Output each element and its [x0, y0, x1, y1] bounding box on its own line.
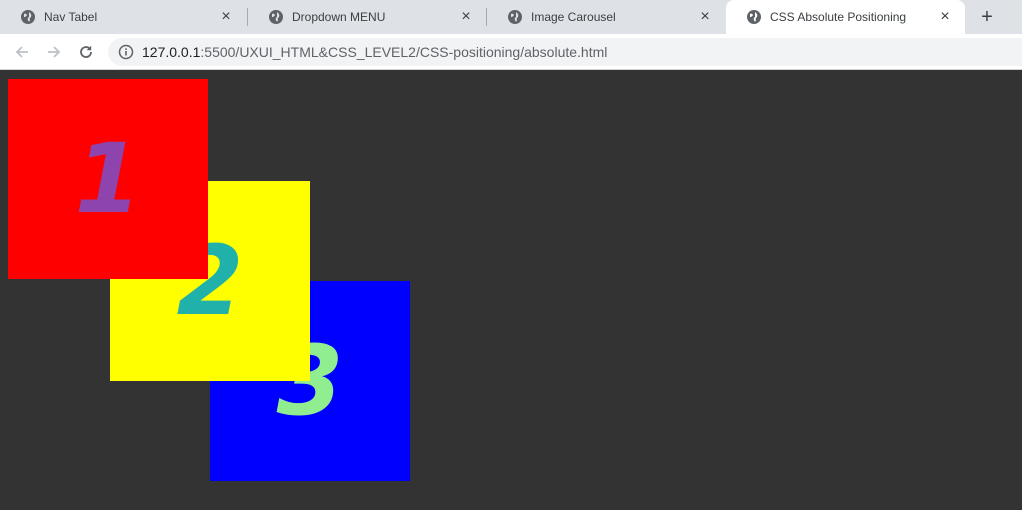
tab-strip: Nav Tabel × Dropdown MENU × Image Carous… [0, 0, 1022, 34]
close-icon[interactable]: × [458, 8, 474, 25]
new-tab-button[interactable]: + [975, 5, 999, 29]
reload-button[interactable] [74, 40, 98, 64]
tab-label: Image Carousel [531, 10, 616, 24]
close-icon[interactable]: × [697, 8, 713, 25]
address-bar[interactable]: 127.0.0.1:5500/UXUI_HTML&CSS_LEVEL2/CSS-… [108, 38, 1022, 66]
tab-image-carousel[interactable]: Image Carousel × [487, 0, 725, 34]
box-1-label: 1 [74, 123, 142, 235]
info-icon[interactable] [118, 44, 134, 60]
browser-toolbar: 127.0.0.1:5500/UXUI_HTML&CSS_LEVEL2/CSS-… [0, 34, 1022, 70]
page-viewport: 3 2 1 [0, 71, 1022, 510]
globe-icon [20, 9, 36, 25]
url-host: 127.0.0.1 [142, 44, 201, 60]
globe-icon [507, 9, 523, 25]
arrow-right-icon [48, 46, 61, 58]
tab-nav-tabel[interactable]: Nav Tabel × [0, 0, 246, 34]
tab-css-absolute-positioning[interactable]: CSS Absolute Positioning × [726, 0, 965, 34]
globe-icon [268, 9, 284, 25]
tab-label: Nav Tabel [44, 10, 98, 24]
close-icon[interactable]: × [218, 8, 234, 25]
close-icon[interactable]: × [937, 8, 953, 25]
arrow-left-icon [15, 46, 28, 58]
tab-label: CSS Absolute Positioning [770, 10, 907, 24]
globe-icon [746, 9, 762, 25]
reload-icon [80, 45, 92, 58]
forward-button[interactable] [42, 40, 66, 64]
tab-label: Dropdown MENU [292, 10, 386, 24]
tab-dropdown-menu[interactable]: Dropdown MENU × [248, 0, 486, 34]
url-path: :5500/UXUI_HTML&CSS_LEVEL2/CSS-positioni… [200, 44, 608, 60]
plus-icon: + [981, 5, 993, 28]
url-text: 127.0.0.1:5500/UXUI_HTML&CSS_LEVEL2/CSS-… [142, 44, 607, 60]
back-button[interactable] [10, 40, 34, 64]
box-1: 1 [8, 79, 208, 279]
